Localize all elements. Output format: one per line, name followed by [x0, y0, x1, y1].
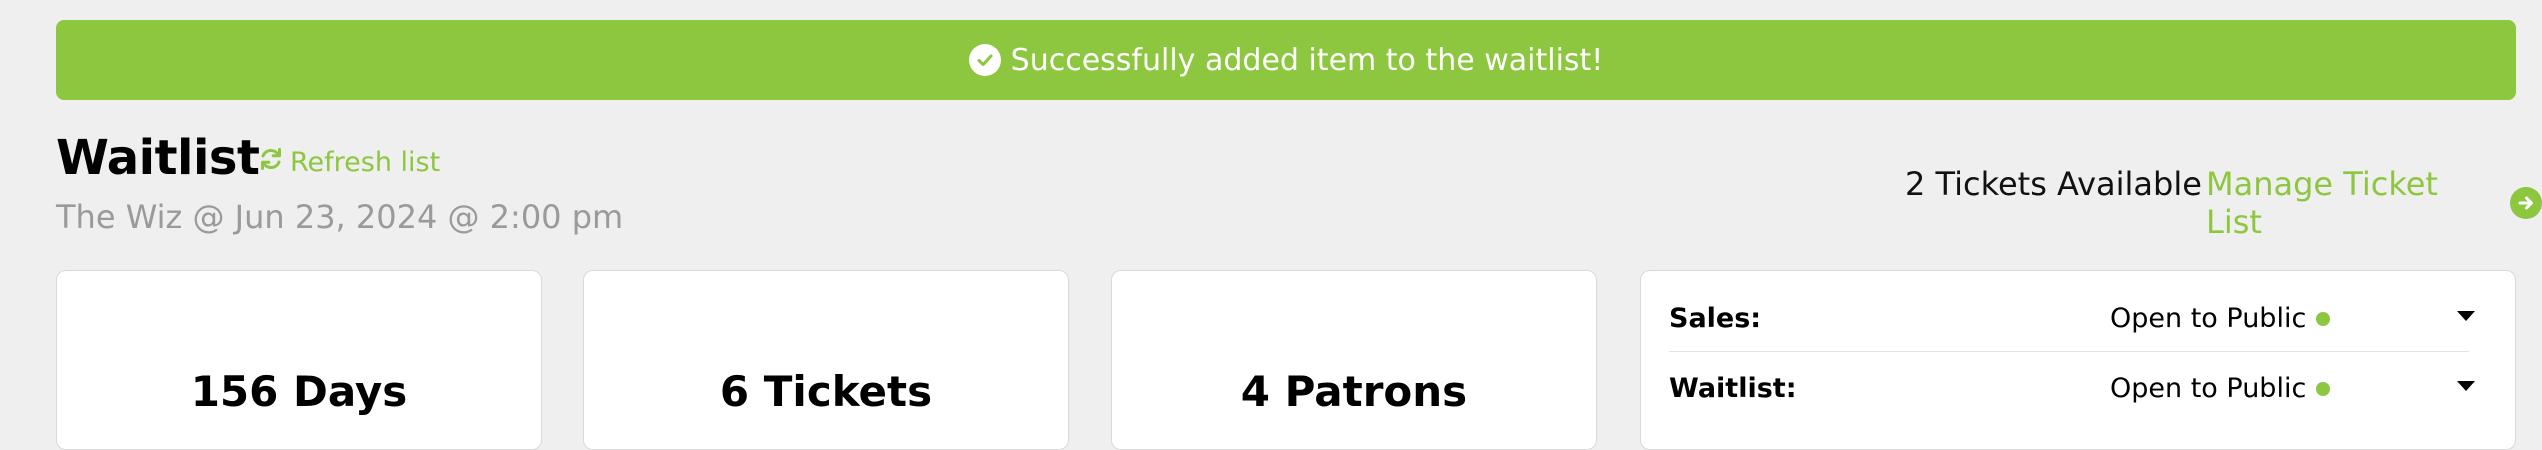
status-value: Open to Public: [2110, 373, 2331, 404]
stat-value: 4 Patrons: [1240, 367, 1468, 416]
status-label: Waitlist:: [1669, 373, 1797, 404]
status-value-text: Open to Public: [2110, 373, 2307, 404]
page-title: Waitlist: [56, 130, 260, 186]
status-value: Open to Public: [2110, 303, 2331, 334]
status-row-sales: Sales: Open to Public: [1669, 271, 2513, 335]
manage-label: Manage Ticket List: [2206, 165, 2438, 241]
stat-card-tickets: 6 Tickets: [583, 270, 1069, 450]
check-circle-icon: [968, 44, 1001, 76]
refresh-label: Refresh list: [290, 147, 441, 178]
caret-down-icon[interactable]: [2457, 381, 2475, 391]
refresh-list-link[interactable]: Refresh list: [258, 146, 440, 179]
caret-down-icon[interactable]: [2457, 311, 2475, 321]
banner-message: Successfully added item to the waitlist!: [1010, 42, 1604, 78]
stat-value: 156 Days: [190, 367, 408, 416]
event-subtitle: The Wiz @ Jun 23, 2024 @ 2:00 pm: [56, 198, 624, 236]
arrow-circle-right-icon: [2510, 187, 2542, 219]
status-dot-icon: [2316, 381, 2331, 396]
status-value-text: Open to Public: [2110, 303, 2307, 334]
status-panel: Sales: Open to Public Waitlist: Open to …: [1640, 270, 2516, 450]
stat-value: 6 Tickets: [719, 367, 933, 416]
success-banner: Successfully added item to the waitlist!: [56, 20, 2516, 100]
status-dot-icon: [2316, 311, 2331, 326]
stat-card-days: 156 Days: [56, 270, 542, 450]
tickets-available: 2 Tickets Available: [1905, 165, 2202, 203]
refresh-icon: [258, 146, 290, 179]
status-row-waitlist: Waitlist: Open to Public: [1669, 341, 2513, 405]
status-label: Sales:: [1669, 303, 1762, 334]
stat-card-patrons: 4 Patrons: [1111, 270, 1597, 450]
manage-ticket-list-link[interactable]: Manage Ticket List: [2206, 165, 2542, 241]
